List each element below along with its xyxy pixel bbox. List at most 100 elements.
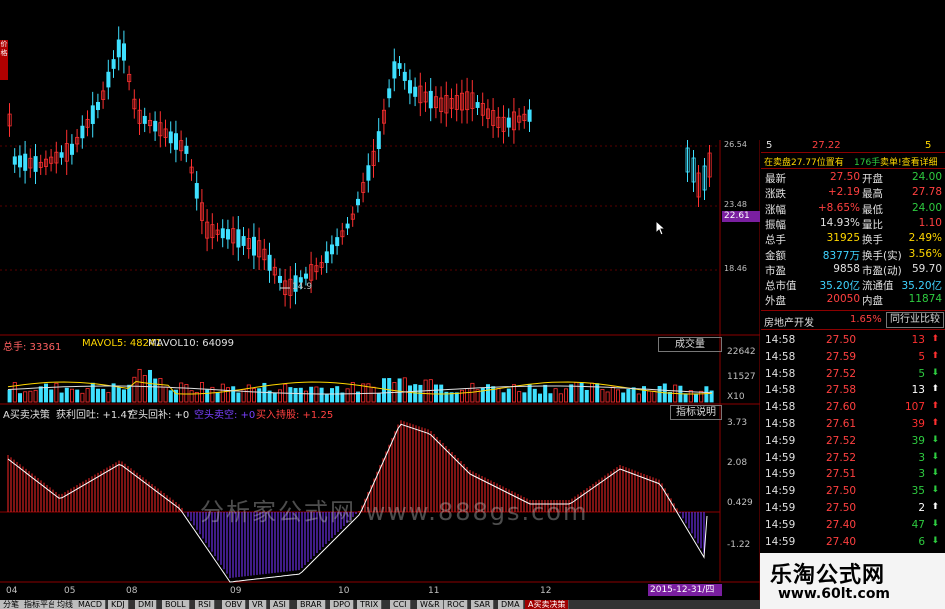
volume-bar [251,388,256,403]
price-axis-label-low: 18.46 [724,264,747,273]
volume-bar [38,386,43,403]
volume-axis-label-top: 22642 [727,347,756,357]
quote-value: 27.78 [911,186,942,199]
indicator-tab[interactable]: CCI [390,600,411,609]
tick-time: 14:59 [765,485,796,498]
sector-name[interactable]: 房地产开发 [764,314,814,329]
price-axis-label-mid: 23.48 [724,200,747,209]
quote-value: 27.50 [829,171,860,183]
candle-body [225,229,230,240]
candle-body [236,229,241,248]
quote-label: 流通值 [862,280,894,293]
candle-body [111,59,116,69]
indicator-tab[interactable]: MACD [75,600,106,609]
indicator-tab[interactable]: OBV [222,600,247,609]
tick-time: 14:59 [765,451,796,464]
tick-row: 14:59 27.52 3 ⬇ [765,452,945,469]
quote-label: 换手 [862,234,883,247]
volume-bar [153,378,158,403]
tick-row: 14:58 27.50 13 ⬆ [765,334,945,351]
arrow-up-icon: ⬆ [931,334,939,344]
volume-bar [49,389,54,403]
volume-bar [231,386,236,403]
candle-body [376,131,381,150]
quote-value: +8.65% [817,201,860,214]
order-alert-link[interactable]: 卖单!查看详细 [880,155,938,168]
volume-bar [298,387,303,403]
candle-body [184,145,189,154]
indicator-tab[interactable]: SAR [471,600,495,609]
indicator-tab[interactable]: ASI [270,600,290,609]
volume-bar [538,393,543,403]
volume-bar [236,392,241,403]
volume-indicator-dropdown[interactable]: 成交量 [658,337,722,352]
volume-bar [303,390,308,403]
candle-body [241,236,246,246]
volume-bar [44,383,49,403]
quote-row: 最新 27.50 开盘 24.00 [765,171,945,185]
industry-compare-button[interactable]: 同行业比较 [886,312,944,328]
volume-bar [657,385,662,403]
volume-bar [548,393,553,403]
tick-price: 27.51 [826,468,857,481]
candle-body [506,117,511,128]
quote-label: 换手(实) [862,249,902,262]
tick-row: 14:58 27.58 13 ⬆ [765,384,945,401]
indicator-tab[interactable]: ROC [444,600,469,609]
indicator-axis-label-2: 2.08 [727,458,748,468]
low-price-marker: 14.9 [292,282,313,292]
candle-body [251,236,256,256]
volume-bar [407,385,412,403]
arrow-down-icon: ⬇ [931,468,939,479]
volume-bar [122,389,127,403]
date-tag: 2015-12-31/四 [648,584,722,596]
profit-retrace-label: 获利回吐: +1.47 [56,410,134,421]
tick-time: 14:58 [765,367,796,380]
month-label-05: 05 [64,586,76,596]
indicator-tab[interactable]: 均线 [54,600,77,609]
volume-bar [137,368,142,403]
indicator-tab[interactable]: 分笔 [0,600,23,609]
volume-bar [683,393,688,403]
indicator-tab[interactable]: BOLL [162,600,190,609]
tick-time: 14:59 [765,502,796,514]
volume-bar [33,389,38,403]
tick-volume: 5 [918,367,925,380]
volume-bar [7,389,12,403]
indicator-axis-label-1: 3.73 [727,418,748,428]
quote-value: 24.00 [911,201,942,214]
indicator-tab-bar: 分笔 指标平台 均线 MACD KDJ DMI BOLL RSI OBV VR ASI BRAR DPO… [0,600,760,609]
indicator-tab[interactable]: KDJ [108,600,129,609]
bear-sell-label: 空头卖空: +0 [194,410,256,421]
indicator-tab[interactable]: TRIX [357,600,383,609]
volume-bar [64,387,69,403]
month-label-04: 04 [6,586,18,596]
indicator-tab[interactable]: DMI [135,600,158,609]
indicator-tab[interactable]: DPO [330,600,355,609]
tick-row: 14:59 27.50 35 ⬇ [765,485,945,502]
price-side-tab[interactable]: 价格 [0,40,8,80]
indicator-tab[interactable]: BRAR [297,600,326,609]
tick-volume: 107 [904,401,925,414]
volume-bar [595,383,600,403]
tick-time: 14:58 [765,418,796,430]
volume-bar [631,387,636,403]
indicator-tab[interactable]: RSI [195,600,215,609]
indicator-tab[interactable]: DMA [498,600,524,609]
candle-body [12,156,17,165]
indicator-explain-button[interactable]: 指标说明 [670,405,722,420]
indicator-tab[interactable]: W&R [417,600,444,609]
tick-volume: 35 [911,485,925,498]
tick-price: 27.50 [826,334,857,346]
indicator-tab[interactable]: VR [249,600,268,609]
indicator-axis-label-4: -1.22 [727,540,751,550]
mouse-cursor-icon [655,220,667,236]
tick-price: 27.61 [826,418,857,430]
candle-body [366,165,371,181]
quote-label: 最高 [862,188,883,201]
indicator-tab[interactable]: A买卖决策 [525,600,570,609]
volume-bar [272,392,277,403]
tick-row: 14:59 27.50 2 ⬆ [765,502,945,519]
tick-volume: 5 [918,350,925,363]
order-alert-text: 在卖盘27.77位置有 [764,158,844,168]
